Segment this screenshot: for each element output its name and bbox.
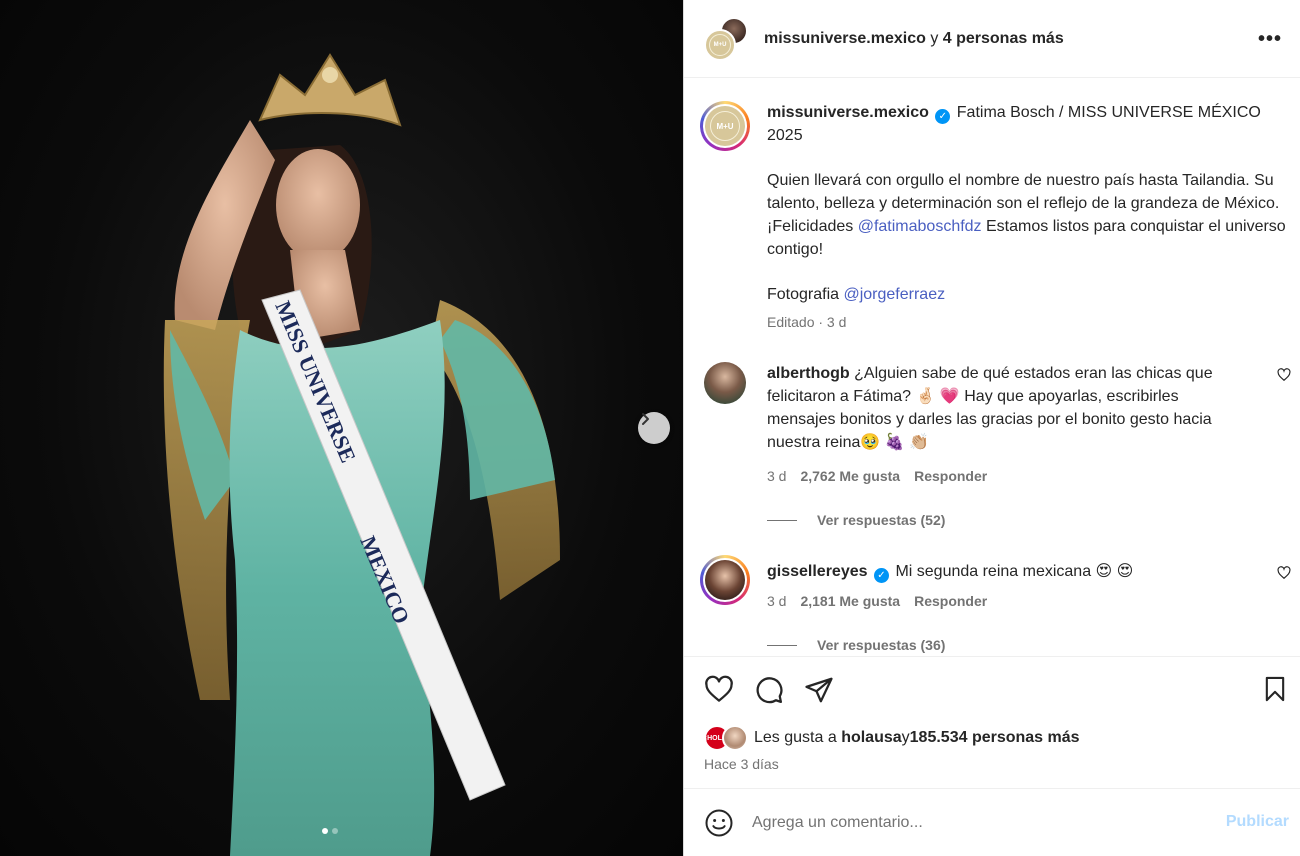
view-replies-label: Ver respuestas (36)	[817, 637, 946, 653]
heart-icon[interactable]	[1277, 566, 1291, 580]
liked-by-others[interactable]: 185.534 personas más	[910, 729, 1080, 747]
comment-item: gissellereyes ✓ Mi segunda reina mexican…	[684, 555, 1300, 653]
bookmark-icon[interactable]	[1261, 675, 1289, 703]
mu-logo: M+U	[709, 33, 731, 56]
replies-divider	[767, 644, 797, 646]
comment-avatar[interactable]	[700, 555, 750, 605]
comment-text: alberthogb ¿Alguien sabe de qué estados …	[767, 362, 1251, 454]
likes-summary[interactable]: ¡HOLA! Les gusta a holausa y 185.534 per…	[704, 725, 1080, 751]
header-accounts: missuniverse.mexico y 4 personas más	[764, 30, 1064, 48]
heart-icon[interactable]	[1277, 368, 1291, 382]
smiley-icon[interactable]	[704, 808, 734, 838]
carousel-indicator	[322, 828, 338, 834]
comment-body: Mi segunda reina mexicana 😍 😍	[895, 563, 1134, 580]
replies-divider	[767, 519, 797, 521]
carousel-dot	[332, 828, 338, 834]
comment-meta: 3 d 2,181 Me gusta Responder	[767, 593, 1251, 609]
comment-item: alberthogb ¿Alguien sabe de qué estados …	[684, 362, 1300, 528]
add-comment-bar: Agrega un comentario... Publicar	[684, 788, 1300, 856]
liker-avatars: ¡HOLA!	[704, 725, 750, 751]
liked-by-user[interactable]: holausa	[841, 729, 901, 747]
mu-logo: M+U	[710, 111, 740, 141]
send-icon[interactable]	[804, 675, 834, 705]
post-details-panel: M+U missuniverse.mexico y 4 personas más…	[683, 0, 1300, 856]
caption-credit: Fotografia @jorgeferraez	[767, 283, 1291, 306]
comments-scroll-area[interactable]: M+U missuniverse.mexico ✓ Fatima Bosch /…	[684, 79, 1300, 656]
caption-text: missuniverse.mexico ✓ Fatima Bosch / MIS…	[767, 101, 1291, 147]
mention-link[interactable]: @jorgeferraez	[843, 286, 945, 303]
caption-meta: Editado · 3 d	[767, 314, 847, 330]
comment-username[interactable]: gissellereyes	[767, 563, 868, 580]
account-avatar: M+U	[704, 28, 736, 61]
carousel-next-button[interactable]	[638, 412, 670, 444]
comment-icon[interactable]	[754, 675, 784, 705]
credit-label: Fotografia	[767, 286, 844, 303]
chevron-right-icon	[642, 413, 649, 425]
header-username[interactable]: missuniverse.mexico	[764, 30, 926, 47]
comment-meta: 3 d 2,762 Me gusta Responder	[767, 468, 1251, 484]
comment-likes[interactable]: 2,762 Me gusta	[800, 468, 900, 484]
liker-avatar	[722, 725, 748, 751]
more-options-button[interactable]: •••	[1258, 28, 1282, 51]
header-others[interactable]: 4 personas más	[943, 30, 1064, 47]
view-replies-label: Ver respuestas (52)	[817, 512, 946, 528]
comment-time: 3 d	[767, 593, 787, 609]
post-image-illustration: MISS UNIVERSE MEXICO	[163, 53, 560, 856]
reply-button[interactable]: Responder	[914, 468, 987, 484]
verified-badge-icon: ✓	[873, 568, 889, 583]
view-replies-button[interactable]: Ver respuestas (52)	[767, 512, 1251, 528]
likes-prefix: Les gusta a	[754, 729, 837, 746]
comment-likes[interactable]: 2,181 Me gusta	[800, 593, 900, 609]
mention-link[interactable]: @fatimaboschfdz	[858, 218, 982, 235]
more-horizontal-icon: •••	[1257, 28, 1282, 50]
publish-button[interactable]: Publicar	[1226, 813, 1289, 831]
view-replies-button[interactable]: Ver respuestas (36)	[767, 637, 1251, 653]
post-timestamp: Hace 3 días	[704, 756, 779, 772]
post-actions: ¡HOLA! Les gusta a holausa y 185.534 per…	[684, 656, 1300, 788]
caption-avatar[interactable]: M+U	[700, 101, 750, 151]
post-photo[interactable]: MISS UNIVERSE MEXICO	[0, 0, 683, 856]
comment-time: 3 d	[767, 468, 787, 484]
reply-button[interactable]: Responder	[914, 593, 987, 609]
heart-icon[interactable]	[704, 675, 734, 705]
header-connector: y	[925, 29, 943, 47]
comment-username[interactable]: alberthogb	[767, 365, 850, 382]
caption-paragraph: Quien llevará con orgullo el nombre de n…	[767, 169, 1291, 261]
collab-avatars[interactable]: M+U	[704, 16, 748, 61]
comment-text: gissellereyes ✓ Mi segunda reina mexican…	[767, 560, 1251, 583]
caption-username[interactable]: missuniverse.mexico	[767, 104, 929, 121]
post-header: M+U missuniverse.mexico y 4 personas más…	[684, 0, 1300, 78]
likes-connector: y	[901, 729, 910, 746]
comment-avatar[interactable]	[704, 362, 746, 404]
action-icons	[704, 675, 834, 705]
post-caption: M+U missuniverse.mexico ✓ Fatima Bosch /…	[684, 79, 1300, 330]
verified-badge-icon: ✓	[935, 109, 951, 124]
carousel-dot-active	[322, 828, 328, 834]
comment-input[interactable]: Agrega un comentario...	[752, 814, 1300, 832]
